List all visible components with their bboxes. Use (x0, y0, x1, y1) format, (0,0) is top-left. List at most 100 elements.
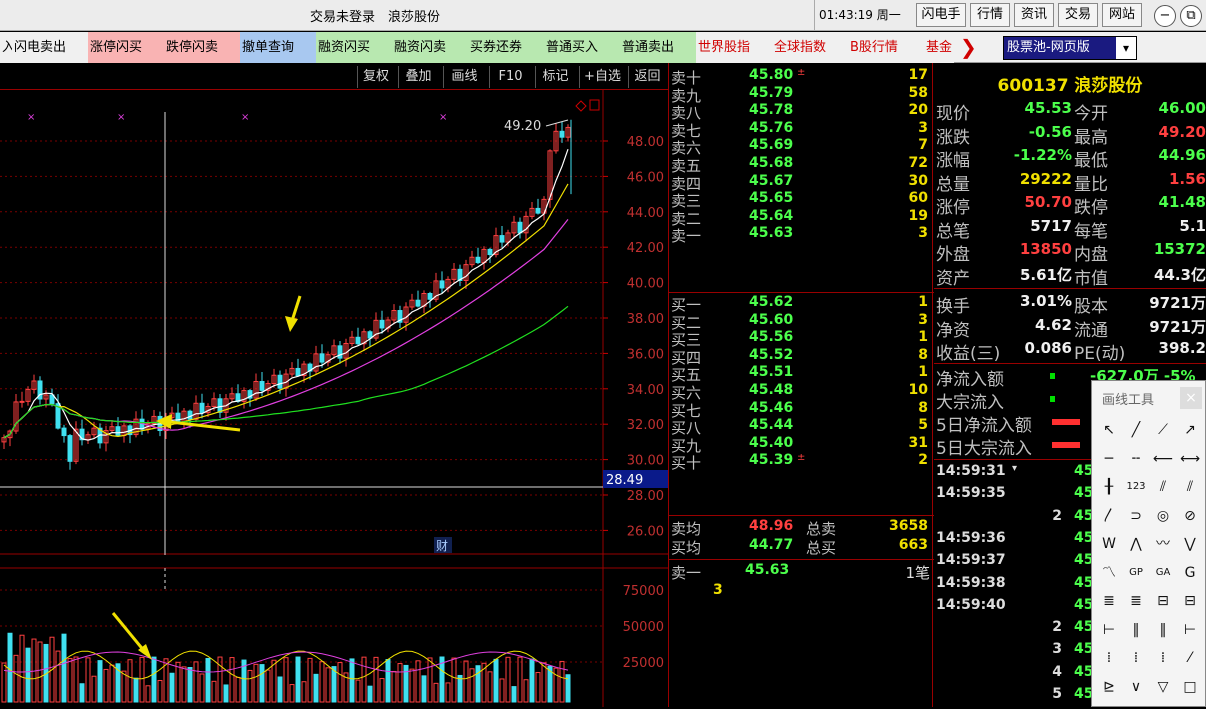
ask-row[interactable]: 卖九 45.79 58 (669, 85, 934, 105)
ask-row[interactable]: 卖三 45.65 60 (669, 190, 934, 210)
bid-row[interactable]: 买三 45.56 1 (669, 329, 934, 349)
draw-tool-icon[interactable]: ⫽ (1152, 476, 1174, 498)
back-button[interactable]: 返回 (628, 66, 666, 88)
draw-tool-icon[interactable]: ⫽ (1179, 476, 1201, 498)
draw-tool-icon[interactable]: □ (1179, 676, 1201, 698)
quick-action-5[interactable]: 融资闪买 (316, 32, 392, 63)
draw-tool-icon[interactable]: ⊃ (1125, 505, 1147, 527)
draw-tool-icon[interactable]: ⊟ (1152, 590, 1174, 612)
quick-action-1[interactable]: 闪电卖出 (12, 32, 88, 63)
draw-tool-icon[interactable]: ⟋ (1152, 419, 1174, 441)
quick-action-8[interactable]: 普通买入 (544, 32, 620, 63)
draw-tool-icon[interactable]: ⁞ (1098, 647, 1120, 669)
ask-row[interactable]: 卖一 45.63 3 (669, 225, 934, 245)
trade-button[interactable]: 交易 (1058, 3, 1098, 27)
bid-row[interactable]: 买六 45.48 10 (669, 382, 934, 402)
draw-tool-icon[interactable]: ‖ (1125, 619, 1147, 641)
stock-pool-select[interactable]: 股票池-网页版 ▾ (1003, 36, 1137, 60)
draw-tool-icon[interactable]: GP (1125, 562, 1147, 584)
draw-tool-icon[interactable]: ⊢ (1098, 619, 1120, 641)
bid-row[interactable]: 买二 45.60 3 (669, 312, 934, 332)
volume-bar (151, 656, 157, 703)
overlay-button[interactable]: 叠加 (398, 66, 438, 88)
draw-tool-icon[interactable]: ⋀ (1125, 533, 1147, 555)
draw-tool-icon[interactable]: 〽 (1098, 562, 1120, 584)
volume-bar (67, 658, 73, 703)
news-button[interactable]: 资讯 (1014, 3, 1054, 27)
draw-tool-icon[interactable]: W (1098, 533, 1120, 555)
draw-tool-icon[interactable]: ⟷ (1179, 448, 1201, 470)
draw-line-button[interactable]: 画线 (443, 66, 485, 88)
bid-row[interactable]: 买五 45.51 1 (669, 364, 934, 384)
ask-row[interactable]: 卖四 45.67 30 (669, 173, 934, 193)
quick-action-2[interactable]: 涨停闪买 (88, 32, 164, 63)
ask-row[interactable]: 卖十 45.80 ±17 (669, 67, 934, 87)
draw-tool-icon[interactable]: ⁞ (1152, 647, 1174, 669)
draw-tool-icon[interactable]: ⟵ (1152, 448, 1174, 470)
draw-tool-icon[interactable]: ⁄ (1179, 647, 1201, 669)
draw-tool-icon[interactable]: ⊢ (1179, 619, 1201, 641)
minimize-icon[interactable]: − (1154, 5, 1176, 27)
draw-tool-icon[interactable]: ─ (1098, 448, 1120, 470)
ask-row[interactable]: 卖八 45.78 20 (669, 102, 934, 122)
draw-tool-icon[interactable]: ↖ (1098, 419, 1120, 441)
draw-tool-icon[interactable]: 〳 (1098, 505, 1120, 527)
flash-trade-button[interactable]: 闪电手 (916, 3, 966, 27)
ask-row[interactable]: 卖七 45.76 3 (669, 120, 934, 140)
draw-tool-icon[interactable]: ⁞ (1125, 647, 1147, 669)
draw-tool-icon[interactable]: ╂ (1098, 476, 1120, 498)
bid-row[interactable]: 买十 45.39 ±2 (669, 452, 934, 472)
draw-tool-icon[interactable]: ≣ (1098, 590, 1120, 612)
quick-action-6[interactable]: 融资闪卖 (392, 32, 468, 63)
quotes-button[interactable]: 行情 (970, 3, 1010, 27)
bid-row[interactable]: 买七 45.46 8 (669, 400, 934, 420)
candle-body (61, 427, 67, 437)
draw-tool-icon[interactable]: 〰 (1152, 533, 1174, 555)
adjust-button[interactable]: 复权 (357, 66, 394, 88)
quick-action-12[interactable]: B股行情 (848, 32, 924, 63)
draw-tool-icon[interactable]: ⊵ (1098, 676, 1120, 698)
chevron-right-icon[interactable]: ❯ (958, 32, 979, 63)
kline-chart[interactable]: 48.00 46.00 44.00 42.00 40.00 38.00 36.00 34.00… (0, 90, 668, 707)
quick-action-13[interactable]: 基金 (924, 32, 954, 63)
ask-row[interactable]: 卖五 45.68 72 (669, 155, 934, 175)
draw-tool-icon[interactable]: ⋁ (1179, 533, 1201, 555)
ask-row[interactable]: 卖二 45.64 19 (669, 208, 934, 228)
add-watchlist-button[interactable]: +自选 (579, 66, 625, 88)
close-icon[interactable]: × (1180, 387, 1202, 409)
quick-action-4[interactable]: 撤单查询 (240, 32, 316, 63)
bid-row[interactable]: 买四 45.52 8 (669, 347, 934, 367)
draw-tool-icon[interactable]: ≣ (1125, 590, 1147, 612)
restore-icon[interactable]: ⧉ (1180, 5, 1202, 27)
mark-button[interactable]: 标记 (535, 66, 575, 88)
draw-tool-icon[interactable]: ◎ (1152, 505, 1174, 527)
draw-tool-icon[interactable]: ∨ (1125, 676, 1147, 698)
draw-tool-icon[interactable]: ‖ (1152, 619, 1174, 641)
website-button[interactable]: 网站 (1102, 3, 1142, 27)
quote-value: 44.3亿 (1153, 265, 1206, 284)
quick-action-3[interactable]: 跌停闪卖 (164, 32, 240, 63)
bid-row[interactable]: 买一 45.62 1 (669, 294, 934, 314)
f10-button[interactable]: F10 (489, 66, 531, 88)
bid-row[interactable]: 买八 45.44 5 (669, 417, 934, 437)
quick-action-7[interactable]: 买券还券 (468, 32, 544, 63)
draw-tool-icon[interactable]: ⊘ (1179, 505, 1201, 527)
ask-row[interactable]: 卖六 45.69 7 (669, 137, 934, 157)
quick-action-0[interactable]: 入 (0, 32, 12, 63)
draw-tool-icon[interactable]: ╱ (1125, 419, 1147, 441)
draw-tool-icon[interactable]: ⊟ (1179, 590, 1201, 612)
candle-body (19, 400, 25, 403)
down-triangle-icon: ▾ (1012, 463, 1018, 474)
draw-tool-icon[interactable]: GA (1152, 562, 1174, 584)
draw-tool-icon[interactable]: 123 (1125, 476, 1147, 498)
quick-action-10[interactable]: 世界股指 (696, 32, 772, 63)
volume-bar (529, 658, 535, 703)
draw-tool-icon[interactable]: ↗ (1179, 419, 1201, 441)
bid-row[interactable]: 买九 45.40 31 (669, 435, 934, 455)
quick-action-11[interactable]: 全球指数 (772, 32, 848, 63)
draw-tool-icon[interactable]: G (1179, 562, 1201, 584)
draw-tool-icon[interactable]: ▽ (1152, 676, 1174, 698)
quick-action-9[interactable]: 普通卖出 (620, 32, 696, 63)
draw-tool-icon[interactable]: ╌ (1125, 448, 1147, 470)
price-axis-label: 26.00 (627, 524, 664, 539)
